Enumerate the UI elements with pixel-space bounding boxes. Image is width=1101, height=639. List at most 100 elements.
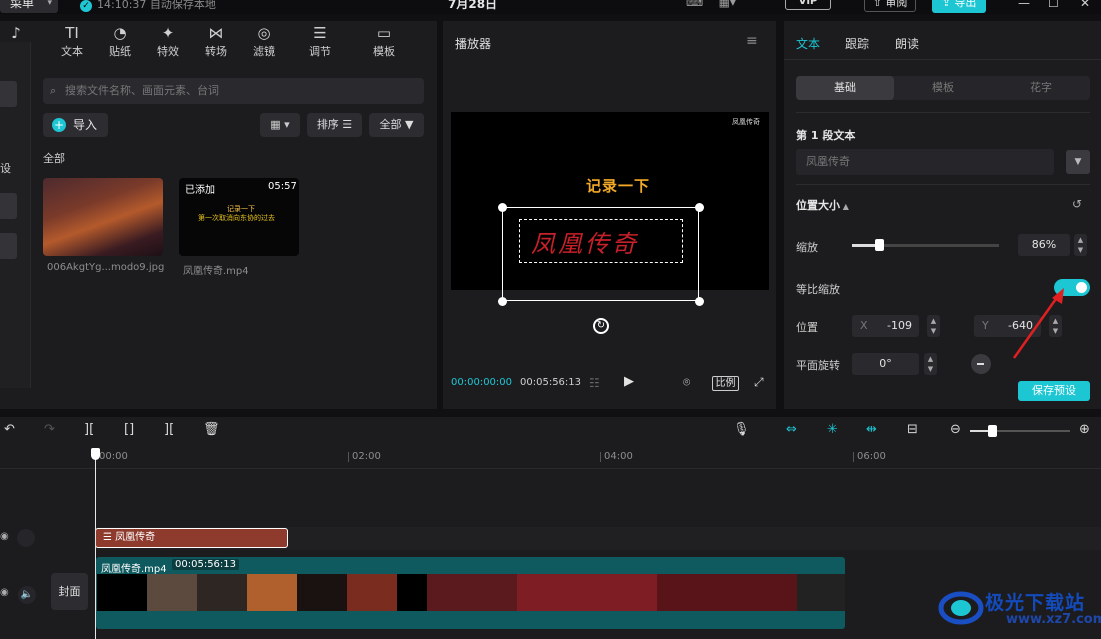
redo-icon[interactable]: ↷ xyxy=(44,422,55,437)
playhead-handle[interactable] xyxy=(91,448,100,460)
layout-icon[interactable]: ▦▾ xyxy=(719,0,736,9)
resize-handle[interactable] xyxy=(498,203,507,212)
zoom-out-icon[interactable]: ⊖ xyxy=(950,422,961,437)
tab-text[interactable]: TI 文本 xyxy=(52,21,92,63)
media-item-image[interactable] xyxy=(43,178,163,256)
save-status: ✓ 14:10:37 自动保存本地 xyxy=(80,0,216,12)
ruler-label: 02:00 xyxy=(352,451,381,462)
media-search-input[interactable]: ⌕ 搜索文件名称、画面元素、台词 xyxy=(43,78,424,104)
scale-value[interactable]: 86% xyxy=(1018,234,1070,256)
eye-icon[interactable]: ◉ xyxy=(0,587,9,598)
eye-icon[interactable]: ◉ xyxy=(0,531,9,542)
pro-badge[interactable]: VIP xyxy=(785,0,831,10)
segment-template[interactable]: 模板 xyxy=(894,76,992,100)
logo-core xyxy=(951,600,971,616)
tab-transition[interactable]: ⋈ 转场 xyxy=(196,21,236,63)
caret-up-icon: ▲ xyxy=(840,202,849,211)
save-preset-button[interactable]: 保存预设 xyxy=(1018,381,1090,401)
export-button[interactable]: ⇪ 导出 xyxy=(932,0,986,13)
link-icon[interactable]: ⇔ xyxy=(786,422,797,437)
tab-template[interactable]: ▭ 模板 xyxy=(364,21,404,63)
video-clip-label: 凤凰传奇.mp4 xyxy=(101,564,167,575)
preview-axis-icon[interactable]: ⇹ xyxy=(866,422,877,437)
ratio-button[interactable]: 比例 xyxy=(712,376,739,391)
reset-icon[interactable]: ↺ xyxy=(1072,197,1082,211)
adjust-icon: ☰ xyxy=(313,24,327,42)
trim-right-icon[interactable]: ][ xyxy=(164,422,174,437)
sort-label: 排序 xyxy=(316,118,339,131)
sub-sidebar-item[interactable] xyxy=(0,81,17,107)
chevron-down-icon: ▾ xyxy=(47,0,52,8)
waveform-icon[interactable]: ☷ xyxy=(589,376,600,390)
y-tag: Y xyxy=(982,319,989,332)
rotate-value[interactable]: 0° xyxy=(852,353,919,375)
segment-basic[interactable]: 基础 xyxy=(796,76,894,100)
tool-label: 特效 xyxy=(157,45,179,58)
tab-adjust[interactable]: ☰ 调节 xyxy=(300,21,340,63)
snap-icon[interactable]: ✳ xyxy=(827,422,838,437)
audio-mute-icon[interactable]: 🔈 xyxy=(18,586,36,604)
tool-label: 滤镜 xyxy=(253,45,275,58)
resize-handle[interactable] xyxy=(695,297,704,306)
keyboard-icon[interactable]: ⌨ xyxy=(686,0,703,9)
view-mode-button[interactable]: ▦ ▾ xyxy=(260,113,300,137)
tab-filter[interactable]: ◎ 滤镜 xyxy=(244,21,284,63)
maximize-icon[interactable]: ☐ xyxy=(1048,0,1059,10)
resize-handle[interactable] xyxy=(695,203,704,212)
text-bounds xyxy=(519,219,683,263)
total-time: 00:05:56:13 xyxy=(520,377,582,388)
screenshot-icon[interactable]: ⌾ xyxy=(683,375,690,390)
angle-dial[interactable] xyxy=(971,354,991,374)
scale-slider-knob[interactable] xyxy=(875,239,884,251)
rotate-icon[interactable]: ↻ xyxy=(593,318,609,334)
zoom-slider-knob[interactable] xyxy=(988,425,997,437)
tab-sticker[interactable]: ◔ 贴纸 xyxy=(100,21,140,63)
transition-icon: ⋈ xyxy=(208,24,224,42)
segment-fancy-text[interactable]: 花字 xyxy=(992,76,1090,100)
menu-icon[interactable]: ≡ xyxy=(746,33,758,49)
audio-icon: ♪ xyxy=(11,24,21,42)
rotate-stepper[interactable]: ▲ ▼ xyxy=(924,353,937,375)
site-logo xyxy=(938,591,984,625)
text-clip[interactable]: ☰ 凤凰传奇 xyxy=(95,528,288,548)
split-icon[interactable]: ][ xyxy=(84,422,94,437)
sort-button[interactable]: 排序 ☰ xyxy=(307,113,362,137)
section-label: 全部 xyxy=(43,152,65,165)
trim-left-icon[interactable]: [] xyxy=(124,422,134,437)
video-filmstrip xyxy=(97,574,845,611)
cover-button[interactable]: 封面 xyxy=(51,573,88,610)
player-title: 播放器 xyxy=(455,37,492,51)
menu-button[interactable]: 菜单 ▾ xyxy=(0,0,58,13)
sub-sidebar-item[interactable] xyxy=(0,233,17,259)
ruler-label: 04:00 xyxy=(604,451,633,462)
position-x-stepper[interactable]: ▲ ▼ xyxy=(927,315,940,337)
import-button[interactable]: + 导入 xyxy=(43,113,108,137)
undo-icon[interactable]: ↶ xyxy=(4,422,15,437)
split-view-icon[interactable]: ⊟ xyxy=(907,422,918,437)
grid-icon: ▦ ▾ xyxy=(270,118,290,131)
tab-text[interactable]: 文本 xyxy=(796,35,820,52)
tab-tracking[interactable]: 跟踪 xyxy=(845,35,869,52)
minimize-icon[interactable]: — xyxy=(1018,0,1030,10)
play-icon[interactable]: ▶ xyxy=(624,374,634,389)
filter-icon: ▼ xyxy=(401,118,414,131)
resize-handle[interactable] xyxy=(498,297,507,306)
zoom-in-icon[interactable]: ⊕ xyxy=(1079,422,1090,437)
playhead[interactable] xyxy=(95,449,96,639)
microphone-icon[interactable]: 🎙 xyxy=(733,422,750,437)
tab-read-aloud[interactable]: 朗读 xyxy=(895,35,919,52)
added-badge: 已添加 xyxy=(185,185,215,196)
layout-icons[interactable]: ⌨ ▦▾ xyxy=(686,0,736,9)
sub-sidebar-item[interactable] xyxy=(0,193,17,219)
fullscreen-icon[interactable]: ⤢ xyxy=(754,375,764,390)
tab-effects[interactable]: ✦ 特效 xyxy=(148,21,188,63)
text-content-input[interactable]: 凤凰传奇 xyxy=(796,149,1054,175)
close-icon[interactable]: ✕ xyxy=(1080,0,1090,10)
delete-icon[interactable]: 🗑 xyxy=(203,422,220,437)
filter-button[interactable]: 全部 ▼ xyxy=(369,113,424,137)
chevron-down-icon[interactable]: ▼ xyxy=(1066,150,1090,174)
review-button[interactable]: ⇧ 审阅 xyxy=(864,0,916,12)
lock-icon[interactable] xyxy=(17,529,35,547)
pos-size-title[interactable]: 位置大小 ▲ xyxy=(796,197,849,213)
scale-stepper[interactable]: ▲ ▼ xyxy=(1074,234,1087,256)
